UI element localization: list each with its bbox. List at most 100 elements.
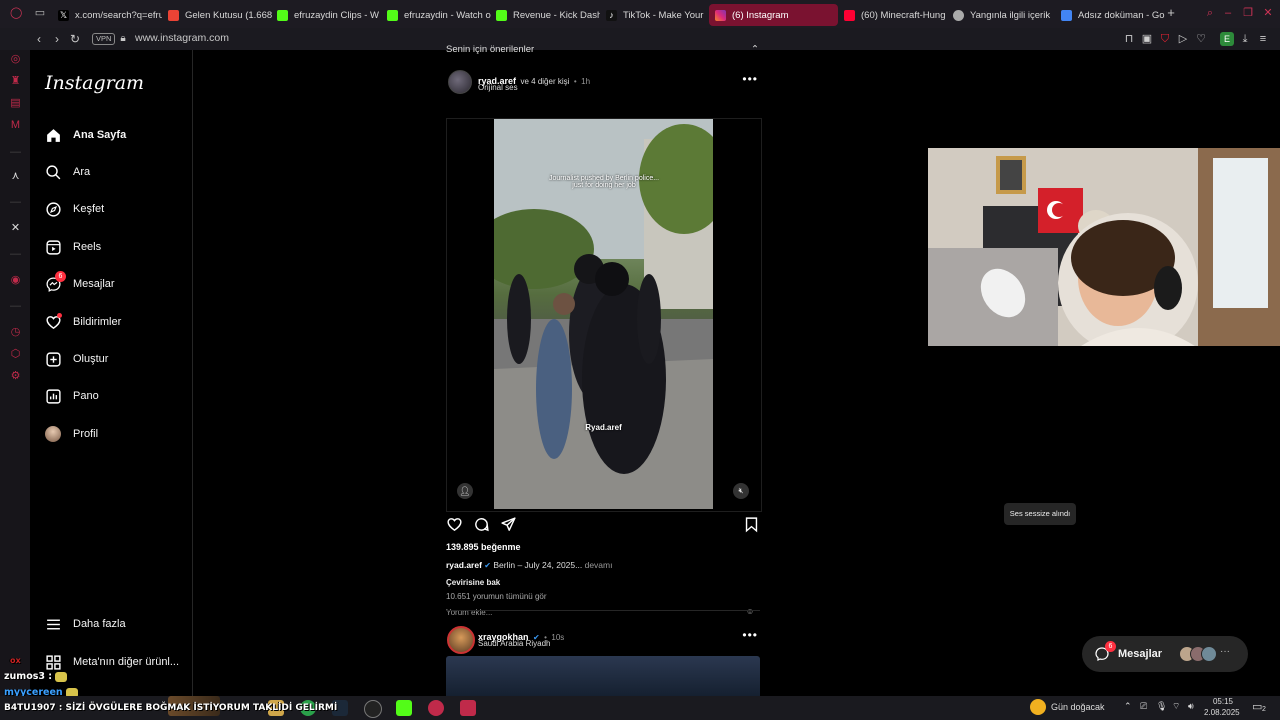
extensions-icon[interactable]: ⬡: [9, 348, 22, 361]
emoji-icon[interactable]: ☺: [746, 607, 754, 616]
x-sidebar-icon[interactable]: ✕: [9, 222, 22, 235]
mute-icon[interactable]: 🔇︎: [733, 483, 749, 499]
heart-outline-icon[interactable]: ♡: [1194, 32, 1208, 46]
tab-google-docs[interactable]: Adsız doküman - Go: [1055, 4, 1165, 26]
nav-dashboard[interactable]: Pano: [44, 384, 99, 408]
nav-explore[interactable]: Keşfet: [44, 197, 104, 221]
twitch-icon[interactable]: ▤: [9, 97, 22, 110]
nav-label: Bildirimler: [73, 316, 122, 328]
tab-label: (6) Instagram: [732, 9, 789, 21]
tagged-users-icon[interactable]: 👤︎: [457, 483, 473, 499]
kick-taskbar-icon[interactable]: [396, 700, 412, 716]
reload-button[interactable]: ↻: [68, 32, 82, 46]
opera-logo-icon[interactable]: ◯: [10, 7, 22, 19]
snapshot-icon[interactable]: ▣: [1140, 32, 1154, 46]
tab-gmail[interactable]: Gelen Kutusu (1.668: [162, 4, 272, 26]
share-icon[interactable]: [500, 516, 517, 538]
tab-instagram[interactable]: (6) Instagram: [709, 4, 838, 26]
tab-tiktok[interactable]: ♪ TikTok - Make Your: [600, 4, 710, 26]
view-comments-link[interactable]: 10.651 yorumun tümünü gör: [446, 592, 547, 601]
new-tab-button[interactable]: +: [1165, 6, 1177, 19]
post-media[interactable]: Journalist pushed by Berlin police... ju…: [446, 118, 762, 512]
download-icon[interactable]: ⤓: [1238, 32, 1252, 46]
post-media[interactable]: [446, 656, 760, 696]
post-coauthors[interactable]: ve 4 diğer kişi: [520, 77, 569, 86]
minimize-button[interactable]: –: [1222, 7, 1234, 19]
nav-create[interactable]: Oluştur: [44, 347, 108, 371]
music-icon[interactable]: ◉: [9, 274, 22, 287]
chevron-up-icon[interactable]: ⌃: [1124, 701, 1132, 712]
clock-time[interactable]: 05:15: [1206, 697, 1240, 706]
opera-aria-icon[interactable]: ◎: [9, 53, 22, 66]
save-icon[interactable]: [744, 516, 759, 538]
tab-kick-watch[interactable]: efruzaydin - Watch o: [381, 4, 491, 26]
weather-text[interactable]: Gün doğacak: [1051, 702, 1105, 712]
translate-link[interactable]: Çevirisine bak: [446, 578, 500, 587]
windows-taskbar: B4TU1907 : SİZİ ÖVGÜLERE BOĞMAK İSTİYORU…: [0, 696, 1280, 720]
tab-google-search[interactable]: Yangınla ilgili içerik: [947, 4, 1057, 26]
bookmark-icon[interactable]: ⊓: [1122, 32, 1136, 46]
tab-workspace-icon[interactable]: ▭: [34, 7, 46, 19]
likes-count[interactable]: 139.895 beğenme: [446, 542, 521, 552]
nav-messages[interactable]: 6 Mesajlar: [44, 271, 115, 296]
search-tabs-icon[interactable]: ⌕: [1204, 7, 1216, 19]
microphone-icon[interactable]: 🎙︎: [1156, 701, 1167, 712]
nav-more[interactable]: Daha fazla: [44, 612, 126, 636]
history-icon[interactable]: ◷: [9, 326, 22, 339]
caption-text: Berlin – July 24, 2025...: [493, 560, 583, 570]
opera-gx-icon[interactable]: ♜: [9, 75, 22, 88]
volume-icon[interactable]: 🔊︎: [1188, 701, 1194, 712]
kick-sidebar-icon[interactable]: ⋏: [9, 170, 22, 183]
caption-author[interactable]: ryad.aref: [446, 560, 482, 570]
url-field[interactable]: www.instagram.com: [135, 32, 229, 44]
play-icon[interactable]: ▷: [1176, 32, 1190, 46]
opera-taskbar-icon[interactable]: [428, 700, 444, 716]
instagram-logo[interactable]: Instagram: [45, 72, 144, 94]
lock-icon[interactable]: 🔒︎: [116, 32, 130, 46]
more-options-icon[interactable]: •••: [742, 72, 758, 86]
wifi-icon[interactable]: ⌔: [1172, 701, 1180, 712]
post-location[interactable]: Saudi Arabia Riyadh: [478, 639, 551, 648]
tab-kick-clips[interactable]: efruzaydin Clips - W: [271, 4, 381, 26]
obs-icon[interactable]: [364, 700, 382, 718]
nav-home[interactable]: Ana Sayfa: [44, 123, 126, 147]
profile-button[interactable]: E: [1220, 32, 1234, 46]
tab-youtube[interactable]: (60) Minecraft-Hung: [838, 4, 948, 26]
settings-icon[interactable]: ⚙: [9, 370, 22, 383]
collapse-icon[interactable]: ⌃: [751, 44, 759, 55]
like-icon[interactable]: [446, 516, 463, 538]
post-time: 1h: [581, 77, 591, 86]
network-icon[interactable]: ⎚: [1140, 701, 1147, 712]
nav-profile[interactable]: Profil: [44, 422, 98, 446]
mute-tooltip: Ses sessize alındı: [1004, 503, 1076, 525]
caption-more[interactable]: devamı: [585, 560, 613, 570]
more-options-icon[interactable]: •••: [742, 628, 758, 642]
tab-label: efruzaydin Clips - W: [294, 9, 379, 21]
video-frame[interactable]: Journalist pushed by Berlin police... ju…: [494, 119, 713, 509]
close-button[interactable]: ✕: [1262, 7, 1274, 19]
nav-notifications[interactable]: Bildirimler: [44, 310, 121, 334]
post-author-avatar[interactable]: [448, 70, 472, 94]
opera-gx-taskbar-icon[interactable]: [460, 700, 476, 716]
nav-reels[interactable]: Reels: [44, 235, 101, 259]
instagram-sidebar: Instagram Ana Sayfa Ara Keşfet Reels 6 M…: [30, 50, 193, 696]
post-author-avatar[interactable]: [447, 626, 475, 654]
emote-icon: [55, 671, 68, 682]
forward-button[interactable]: ›: [50, 32, 64, 46]
tab-kick-revenue[interactable]: Revenue - Kick Dash: [490, 4, 600, 26]
notifications-icon[interactable]: ▭: [1252, 700, 1262, 713]
pocket-icon[interactable]: ⛉: [1158, 32, 1172, 46]
clock-date[interactable]: 2.08.2025: [1204, 708, 1240, 717]
nav-search[interactable]: Ara: [44, 160, 90, 184]
mail-icon[interactable]: M: [9, 119, 22, 132]
menu-icon[interactable]: ≡: [1256, 32, 1270, 46]
back-button[interactable]: ‹: [32, 32, 46, 46]
weather-icon[interactable]: [1030, 699, 1046, 715]
post-audio[interactable]: Orijinal ses: [478, 83, 518, 92]
tab-x-search[interactable]: 𝕏 x.com/search?q=efru: [52, 4, 162, 26]
comment-icon[interactable]: [473, 516, 490, 538]
maximize-button[interactable]: ❐: [1242, 7, 1254, 19]
messages-floating-button[interactable]: 6 Mesajlar ···: [1082, 636, 1248, 672]
post-actions: [446, 516, 760, 536]
vpn-badge[interactable]: VPN: [92, 33, 116, 45]
